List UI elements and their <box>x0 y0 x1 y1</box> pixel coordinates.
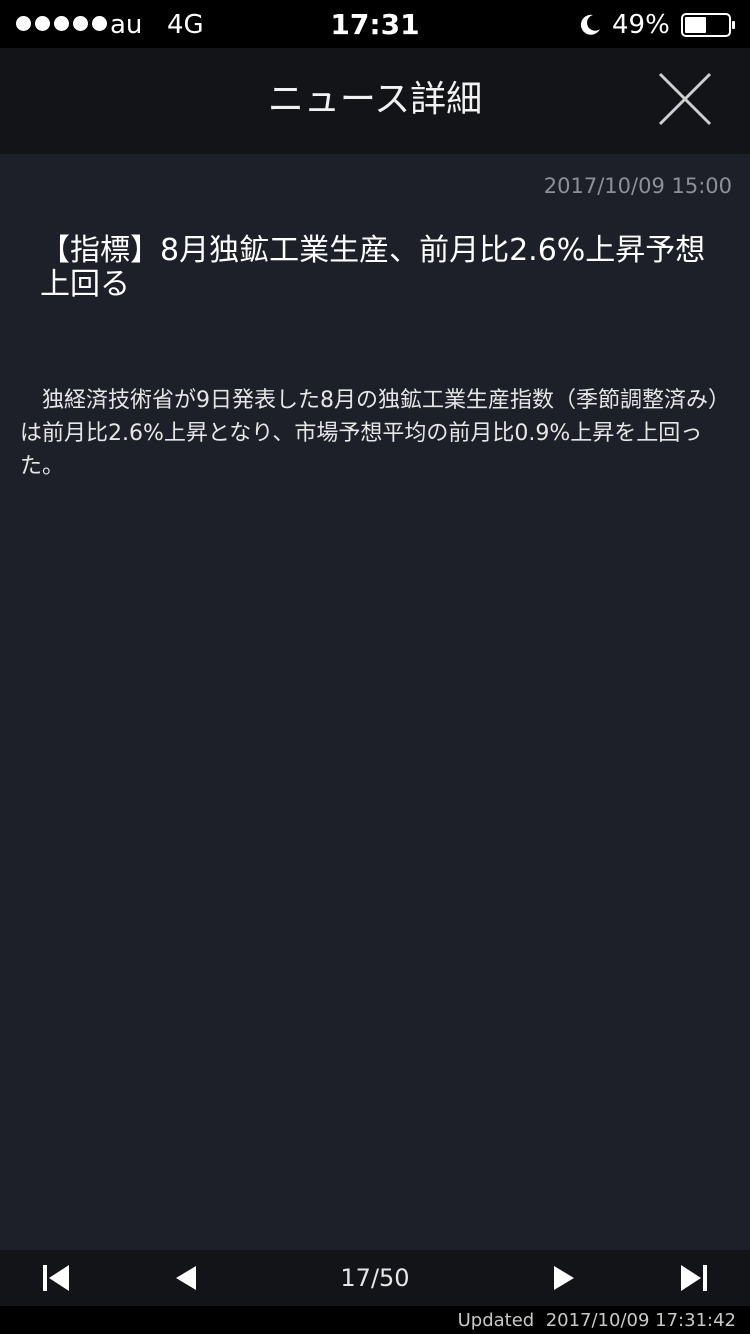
article-title: 【指標】8月独鉱工業生産、前月比2.6%上昇予想上回る <box>40 233 706 302</box>
last-page-icon <box>681 1265 707 1291</box>
article-date: 2017/10/09 15:00 <box>543 174 732 198</box>
updated-time: 2017/10/09 17:31:42 <box>545 1310 736 1331</box>
close-button[interactable] <box>650 64 720 134</box>
next-page-icon <box>554 1266 574 1290</box>
close-icon <box>658 72 712 126</box>
battery-icon <box>681 13 737 37</box>
battery-fill <box>685 17 706 33</box>
last-page-button[interactable] <box>674 1260 714 1296</box>
nav-header: ニュース詳細 <box>0 48 750 154</box>
page-counter: 17/50 <box>340 1264 410 1292</box>
page-title: ニュース詳細 <box>267 79 483 120</box>
updated-label: Updated <box>457 1310 535 1331</box>
updated-timestamp: Updated 2017/10/09 17:31:42 <box>458 1309 736 1333</box>
moon-icon <box>578 13 602 37</box>
status-bar: au 4G 17:31 49% <box>0 0 750 48</box>
battery-percent: 49% <box>612 10 670 40</box>
article-content: 2017/10/09 15:00 【指標】8月独鉱工業生産、前月比2.6%上昇予… <box>0 154 750 1250</box>
next-page-button[interactable] <box>544 1260 584 1296</box>
article-body: 独経済技術省が9日発表した8月の独鉱工業生産指数（季節調整済み）は前月比2.6%… <box>20 388 730 479</box>
footer: Updated 2017/10/09 17:31:42 <box>0 1306 750 1334</box>
pager: 17/50 <box>0 1250 750 1306</box>
